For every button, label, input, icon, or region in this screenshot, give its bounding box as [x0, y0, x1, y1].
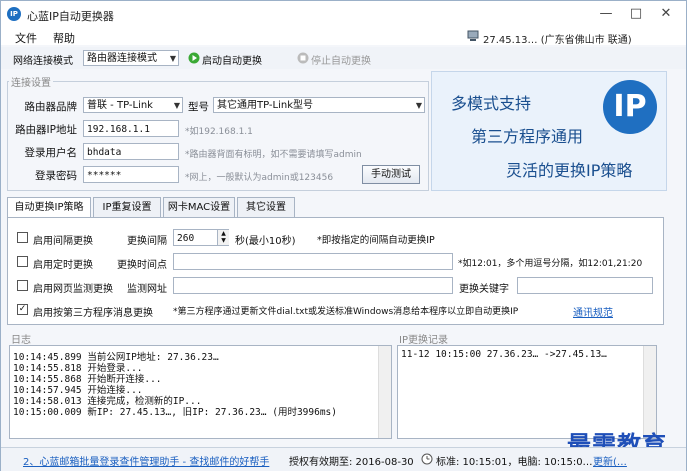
third-party-label: 启用按第三方程序消息更换	[33, 308, 153, 319]
mode-select-value: 路由器连接模式	[87, 53, 157, 64]
close-button[interactable]: ✕	[651, 3, 681, 25]
third-party-hint: *第三方程序通过更新文件dial.txt或发送标准Windows消息给本程序以立…	[173, 307, 519, 317]
banner-line-3: 灵活的更换IP策略	[506, 161, 633, 180]
timed-checkbox[interactable]	[17, 256, 28, 267]
model-label: 型号	[188, 101, 209, 113]
ip-record-title: IP更换记录	[397, 331, 450, 346]
menu-help[interactable]: 帮助	[53, 30, 75, 46]
connection-group-title: 连接设置	[9, 74, 53, 89]
chevron-down-icon: ▼	[415, 101, 422, 110]
chevron-down-icon: ▼	[169, 54, 176, 63]
interval-spinner[interactable]: ▲ ▼	[217, 230, 229, 245]
timed-field-label: 更换时间点	[117, 260, 167, 271]
username-label: 登录用户名	[24, 147, 78, 159]
title-bar: IP 心蓝IP自动更换器 — □ ✕	[1, 1, 686, 27]
stop-button[interactable]: 停止自动更换	[311, 52, 371, 67]
brand-select[interactable]: 普联 - TP-Link ▼	[83, 97, 183, 113]
tab-mac[interactable]: 网卡MAC设置	[163, 197, 235, 217]
time-display: 标准: 10:15:01，电脑: 10:15:0…	[436, 457, 593, 468]
ip-record-line: 11-12 10:15:00 27.36.23… ->27.45.13…	[401, 349, 607, 360]
brand-label: 路由器品牌	[24, 101, 78, 113]
status-bar: 2、心蓝邮箱批量登录查件管理助手 - 查找邮件的好帮手 授权有效期至: 2016…	[1, 447, 686, 471]
interval-checkbox[interactable]	[17, 232, 28, 243]
timed-label: 启用定时更换	[33, 260, 93, 271]
interval-label: 启用间隔更换	[33, 236, 93, 247]
model-select[interactable]: 其它通用TP-Link型号 ▼	[213, 97, 425, 113]
protocol-link[interactable]: 通讯规范	[573, 304, 613, 319]
chevron-down-icon: ▼	[173, 101, 180, 110]
password-input[interactable]: ******	[83, 166, 179, 183]
start-icon	[188, 52, 200, 64]
keyword-label: 更换关键字	[459, 284, 509, 295]
app-logo-icon: IP	[7, 7, 21, 21]
router-ip-label: 路由器IP地址	[15, 124, 77, 136]
timed-input[interactable]	[173, 253, 453, 270]
stop-icon	[297, 52, 309, 64]
log-line: 10:15:00.009 新IP: 27.45.13…, 旧IP: 27.36.…	[13, 407, 337, 418]
ip-logo-icon: IP	[603, 80, 657, 134]
log-box[interactable]: 10:14:45.899 当前公网IP地址: 27.36.23… 10:14:5…	[9, 345, 392, 439]
mode-select[interactable]: 路由器连接模式 ▼	[83, 50, 179, 66]
promo-link[interactable]: 2、心蓝邮箱批量登录查件管理助手 - 查找邮件的好帮手	[23, 453, 269, 468]
banner-line-1: 多模式支持	[451, 94, 532, 113]
banner-line-2: 第三方程序通用	[471, 127, 584, 146]
username-hint: *路由器背面有标明，如不需要请填写admin	[185, 150, 362, 160]
interval-field-label: 更换间隔	[127, 236, 167, 247]
brand-select-value: 普联 - TP-Link	[87, 100, 153, 111]
tab-ip-repeat[interactable]: IP重复设置	[93, 197, 161, 217]
keyword-input[interactable]	[517, 277, 653, 294]
web-monitor-checkbox[interactable]	[17, 280, 28, 291]
mode-label: 网络连接模式	[13, 56, 73, 67]
third-party-checkbox[interactable]: ✓	[17, 304, 28, 315]
current-ip-info: 27.45.13… (广东省佛山市 联通)	[483, 35, 632, 46]
window-title: 心蓝IP自动更换器	[27, 10, 114, 23]
router-ip-input[interactable]: 192.168.1.1	[83, 120, 179, 137]
app-window: IP 心蓝IP自动更换器 — □ ✕ 文件 帮助 27.45.13… (广东省佛…	[0, 0, 687, 471]
router-ip-hint: *如192.168.1.1	[185, 127, 253, 137]
log-title: 日志	[9, 331, 33, 346]
computer-icon	[467, 30, 479, 41]
interval-unit: 秒(最小10秒)	[235, 236, 296, 247]
web-monitor-label: 启用网页监测更换	[33, 284, 113, 295]
password-label: 登录密码	[35, 170, 77, 182]
log-scrollbar[interactable]	[378, 346, 391, 438]
password-hint: *网上，一般默认为admin或123456	[185, 173, 334, 183]
username-input[interactable]: bhdata	[83, 143, 179, 160]
tab-other[interactable]: 其它设置	[237, 197, 295, 217]
maximize-button[interactable]: □	[621, 3, 651, 25]
minimize-button[interactable]: —	[591, 3, 621, 25]
clock-icon	[421, 453, 433, 465]
tab-auto-strategy[interactable]: 自动更换IP策略	[7, 197, 91, 218]
interval-hint: *即按指定的间隔自动更换IP	[317, 235, 435, 246]
web-monitor-field-label: 监测网址	[127, 284, 167, 295]
license-expiry: 授权有效期至: 2016-08-30	[289, 457, 414, 468]
update-link[interactable]: 更新(…	[593, 453, 627, 468]
toolbar: 网络连接模式 路由器连接模式 ▼ 启动自动更换 停止自动更换	[1, 47, 686, 69]
web-monitor-input[interactable]	[173, 277, 453, 294]
menu-file[interactable]: 文件	[15, 30, 37, 46]
model-select-value: 其它通用TP-Link型号	[217, 100, 314, 111]
timed-hint: *如12:01，多个用逗号分隔，如12:01,21:20	[458, 259, 643, 269]
start-button[interactable]: 启动自动更换	[202, 52, 262, 67]
manual-test-button[interactable]: 手动测试	[362, 165, 420, 184]
